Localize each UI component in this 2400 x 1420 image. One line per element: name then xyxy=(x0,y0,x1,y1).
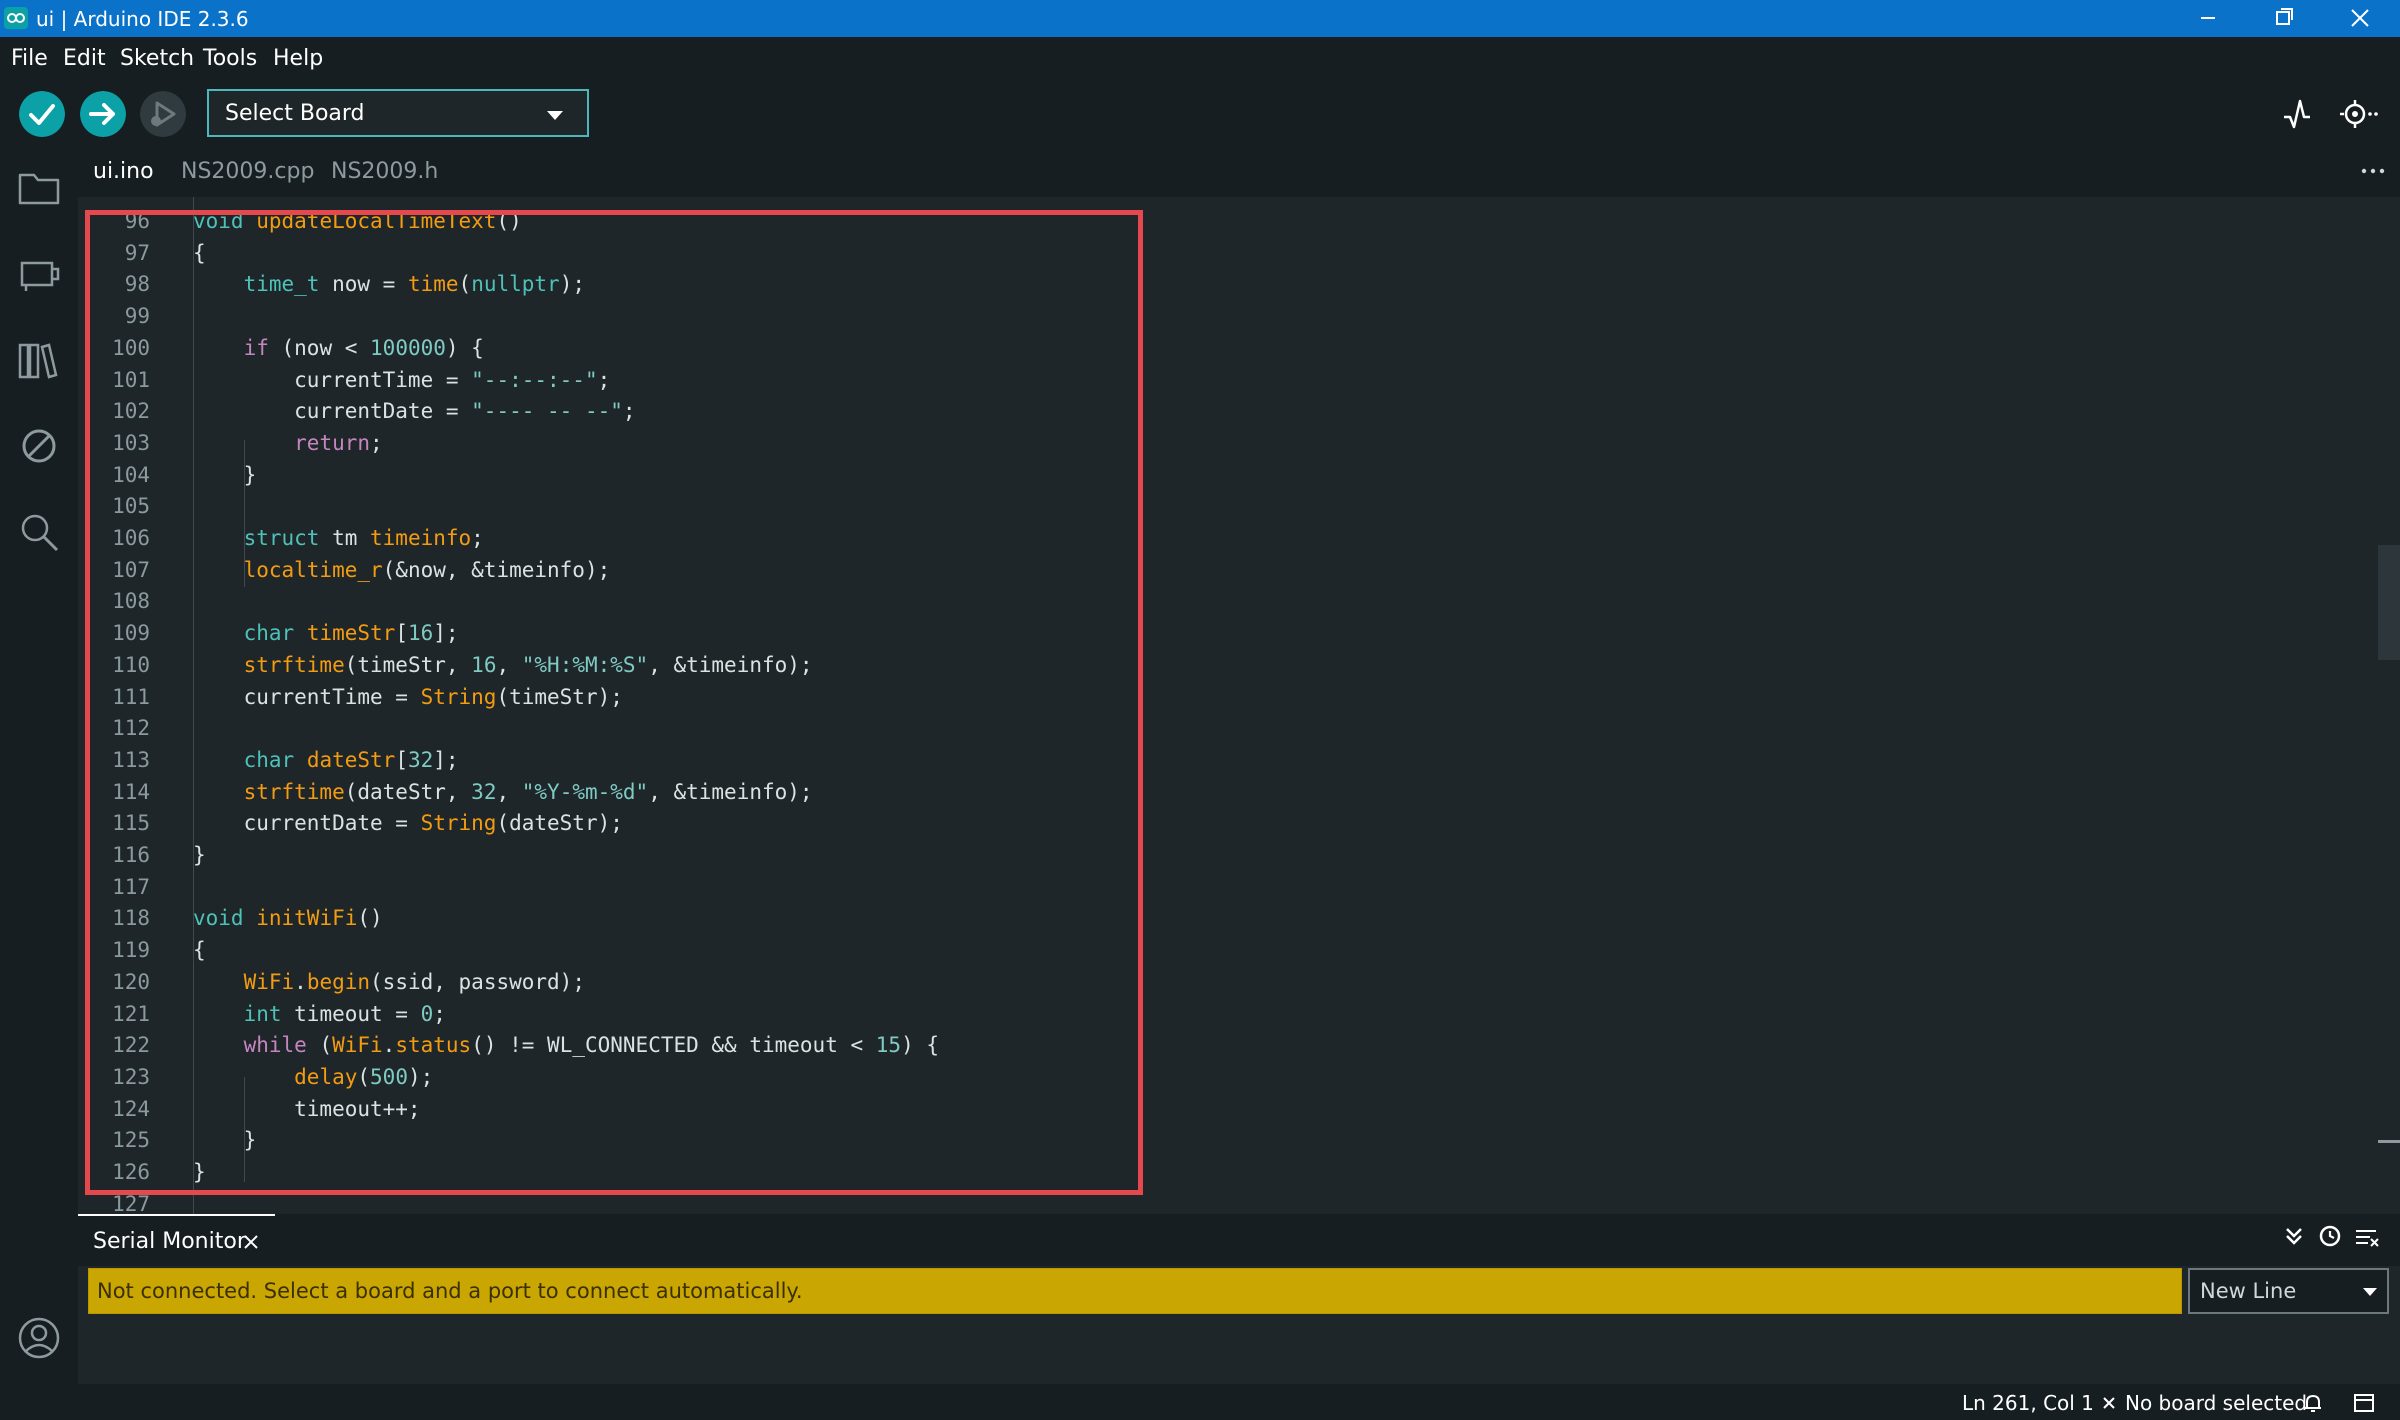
serial-monitor-title[interactable]: Serial Monitor xyxy=(93,1229,246,1254)
upload-button[interactable] xyxy=(80,91,126,137)
not-connected-message: Not connected. Select a board and a port… xyxy=(97,1279,803,1303)
close-icon[interactable] xyxy=(242,1233,260,1251)
more-options-icon[interactable] xyxy=(2358,161,2388,181)
folder-icon[interactable] xyxy=(16,165,62,211)
clear-output-icon[interactable] xyxy=(2354,1226,2380,1250)
serial-monitor-icon[interactable] xyxy=(2338,97,2380,131)
editor-scroll-thumb[interactable] xyxy=(2378,545,2400,660)
account-icon[interactable] xyxy=(16,1315,62,1361)
search-icon[interactable] xyxy=(16,509,62,555)
close-window-button[interactable] xyxy=(2324,0,2394,37)
menu-edit[interactable]: Edit xyxy=(63,45,106,73)
menu-help[interactable]: Help xyxy=(273,45,323,73)
menu-tools[interactable]: Tools xyxy=(203,45,257,73)
window-title: ui | Arduino IDE 2.3.6 xyxy=(36,7,249,31)
chevron-down-icon xyxy=(547,111,563,120)
activity-sidebar xyxy=(0,147,78,1385)
board-selector[interactable]: Select Board xyxy=(207,89,589,137)
board-selector-label: Select Board xyxy=(225,101,365,126)
status-bar: Ln 261, Col 1 No board selected xyxy=(0,1385,2400,1420)
title-bar: ui | Arduino IDE 2.3.6 xyxy=(0,0,2400,37)
restore-button[interactable] xyxy=(2248,0,2318,37)
board-status[interactable]: No board selected xyxy=(2125,1391,2307,1415)
line-ending-select[interactable]: New Line xyxy=(2188,1268,2389,1314)
close-icon xyxy=(2103,1397,2115,1409)
scroll-marker xyxy=(2378,1140,2400,1143)
tab-ns2009-h[interactable]: NS2009.h xyxy=(331,159,438,184)
editor-scrollbar[interactable] xyxy=(2378,197,2400,1214)
minimize-button[interactable] xyxy=(2172,0,2242,37)
serial-input-warning[interactable]: Not connected. Select a board and a port… xyxy=(88,1268,2182,1314)
serial-monitor-header: Serial Monitor xyxy=(78,1214,2400,1266)
line-ending-value: New Line xyxy=(2200,1279,2297,1303)
boards-manager-icon[interactable] xyxy=(16,251,62,297)
arduino-logo-icon xyxy=(4,7,28,29)
verify-button[interactable] xyxy=(19,91,65,137)
menu-bar: File Edit Sketch Tools Help xyxy=(0,37,2400,81)
toggle-panel-icon[interactable] xyxy=(2352,1392,2376,1414)
serial-tab-indicator xyxy=(78,1214,275,1216)
chevron-down-icon xyxy=(2363,1288,2377,1296)
autoscroll-icon[interactable] xyxy=(2282,1224,2306,1248)
serial-plotter-icon[interactable] xyxy=(2280,97,2314,131)
toolbar: Select Board xyxy=(0,81,2400,147)
debug-button[interactable] xyxy=(140,91,186,137)
menu-file[interactable]: File xyxy=(11,45,48,73)
timestamp-icon[interactable] xyxy=(2318,1224,2342,1248)
debug-icon[interactable] xyxy=(16,423,62,469)
notifications-bell-icon[interactable] xyxy=(2302,1392,2324,1414)
tab-ui-ino[interactable]: ui.ino xyxy=(93,159,154,184)
cursor-position[interactable]: Ln 261, Col 1 xyxy=(1962,1391,2094,1415)
highlight-box xyxy=(85,210,1143,1195)
library-manager-icon[interactable] xyxy=(16,337,62,383)
menu-sketch[interactable]: Sketch xyxy=(120,45,194,73)
editor-tabs: ui.ino NS2009.cpp NS2009.h xyxy=(78,147,2400,197)
tab-ns2009-cpp[interactable]: NS2009.cpp xyxy=(181,159,314,184)
